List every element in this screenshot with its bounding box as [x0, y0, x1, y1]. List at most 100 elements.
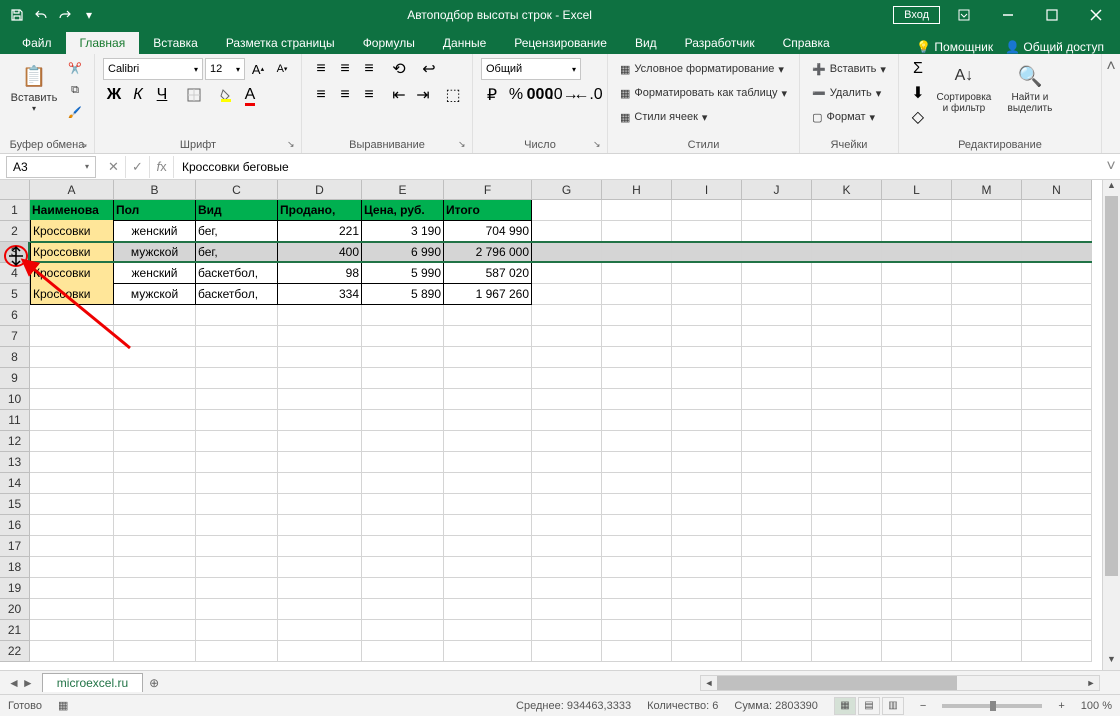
cell[interactable]	[742, 263, 812, 284]
cell[interactable]	[882, 200, 952, 221]
cell[interactable]	[278, 326, 362, 347]
cell[interactable]: мужской	[114, 284, 196, 305]
format-painter-button[interactable]: 🖌️	[64, 102, 86, 122]
cell[interactable]: Вид	[196, 200, 278, 221]
cell[interactable]: 98	[278, 263, 362, 284]
autosum-button[interactable]: Σ	[907, 58, 929, 80]
cell[interactable]	[30, 473, 114, 494]
cell[interactable]	[672, 305, 742, 326]
cell[interactable]	[30, 389, 114, 410]
clear-button[interactable]: ◇	[907, 106, 929, 128]
cell[interactable]	[882, 431, 952, 452]
cell[interactable]	[532, 641, 602, 662]
row-header[interactable]: 8	[0, 347, 30, 368]
cell[interactable]	[196, 326, 278, 347]
cell[interactable]	[812, 305, 882, 326]
cell[interactable]	[114, 305, 196, 326]
cell[interactable]	[1022, 410, 1092, 431]
cell[interactable]: мужской	[114, 242, 196, 263]
italic-button[interactable]: К	[127, 84, 149, 106]
column-header[interactable]: E	[362, 180, 444, 200]
tab-insert[interactable]: Вставка	[139, 32, 212, 54]
clipboard-launcher[interactable]: ↘	[80, 139, 92, 151]
cell[interactable]	[812, 641, 882, 662]
cell[interactable]	[672, 200, 742, 221]
cell[interactable]	[362, 641, 444, 662]
row-header[interactable]: 13	[0, 452, 30, 473]
cell[interactable]	[952, 221, 1022, 242]
tab-view[interactable]: Вид	[621, 32, 671, 54]
cell[interactable]	[742, 515, 812, 536]
row-header[interactable]: 11	[0, 410, 30, 431]
align-middle-button[interactable]: ≡	[334, 58, 356, 80]
cell[interactable]	[602, 284, 672, 305]
cell[interactable]	[196, 557, 278, 578]
cell[interactable]	[362, 305, 444, 326]
sort-filter-button[interactable]: A↓ Сортировка и фильтр	[933, 58, 995, 116]
column-header[interactable]: A	[30, 180, 114, 200]
cell[interactable]	[30, 326, 114, 347]
cell[interactable]	[672, 473, 742, 494]
cell[interactable]	[444, 452, 532, 473]
cell[interactable]	[602, 452, 672, 473]
row-header[interactable]: 18	[0, 557, 30, 578]
cell[interactable]	[1022, 641, 1092, 662]
cell[interactable]	[882, 473, 952, 494]
cell[interactable]	[1022, 515, 1092, 536]
collapse-ribbon-button[interactable]: ˄	[1102, 54, 1120, 153]
column-header[interactable]: K	[812, 180, 882, 200]
cell[interactable]	[882, 620, 952, 641]
share-button[interactable]: 👤 Общий доступ	[1005, 40, 1104, 54]
column-header[interactable]: I	[672, 180, 742, 200]
cell[interactable]	[882, 515, 952, 536]
row-header[interactable]: 7	[0, 326, 30, 347]
cell[interactable]	[882, 305, 952, 326]
decrease-decimal-button[interactable]: ←.0	[577, 84, 599, 106]
cell[interactable]	[278, 641, 362, 662]
page-layout-view-button[interactable]: ▤	[858, 697, 880, 715]
column-header[interactable]: G	[532, 180, 602, 200]
cell[interactable]	[278, 389, 362, 410]
formula-input[interactable]: Кроссовки беговые	[174, 160, 1102, 174]
cell[interactable]	[1022, 221, 1092, 242]
cell[interactable]	[672, 410, 742, 431]
cell[interactable]	[278, 473, 362, 494]
cell[interactable]	[444, 536, 532, 557]
row-header[interactable]: 21	[0, 620, 30, 641]
cell[interactable]	[672, 515, 742, 536]
cell[interactable]	[278, 305, 362, 326]
cell[interactable]	[532, 305, 602, 326]
cell[interactable]	[952, 242, 1022, 263]
cell[interactable]	[444, 620, 532, 641]
cell[interactable]	[742, 305, 812, 326]
accounting-button[interactable]: ₽	[481, 84, 503, 106]
cell[interactable]: 400	[278, 242, 362, 263]
row-header[interactable]: 19	[0, 578, 30, 599]
cell[interactable]	[532, 242, 602, 263]
cell[interactable]	[602, 431, 672, 452]
cut-button[interactable]: ✂️	[64, 58, 86, 78]
cell[interactable]	[742, 494, 812, 515]
column-header[interactable]: B	[114, 180, 196, 200]
cell[interactable]	[1022, 347, 1092, 368]
decrease-indent-button[interactable]: ⇤	[388, 84, 410, 106]
cell[interactable]	[672, 494, 742, 515]
qat-dropdown-icon[interactable]: ▾	[78, 4, 100, 26]
cell[interactable]	[672, 641, 742, 662]
cell[interactable]	[1022, 368, 1092, 389]
cell[interactable]	[812, 599, 882, 620]
cell[interactable]	[532, 263, 602, 284]
ribbon-options-icon[interactable]	[944, 0, 984, 30]
cell[interactable]	[812, 221, 882, 242]
cell[interactable]	[742, 473, 812, 494]
cell[interactable]	[362, 452, 444, 473]
merge-button[interactable]: ⬚	[442, 84, 464, 106]
cell[interactable]	[362, 431, 444, 452]
cell[interactable]	[362, 389, 444, 410]
cell[interactable]	[532, 452, 602, 473]
cell[interactable]	[602, 536, 672, 557]
cell[interactable]	[444, 599, 532, 620]
cell[interactable]	[30, 305, 114, 326]
cell[interactable]	[672, 536, 742, 557]
increase-indent-button[interactable]: ⇥	[412, 84, 434, 106]
